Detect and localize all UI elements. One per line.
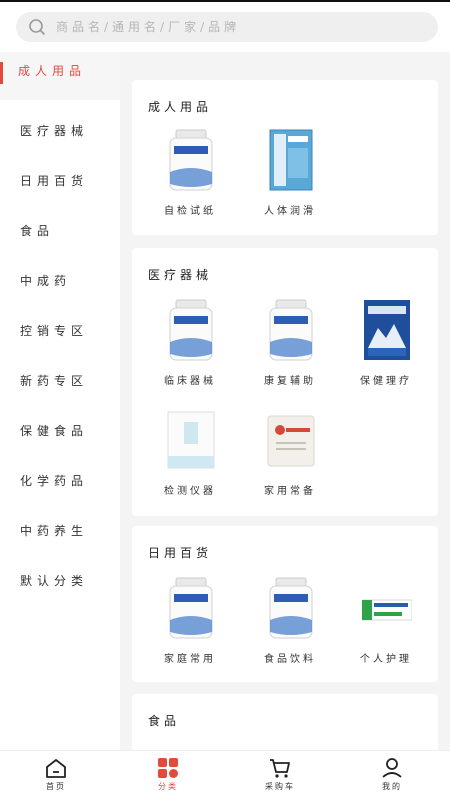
section-card-medical-devices: 医疗器械 临床器械 康复辅助 保健理疗 检测仪器 家用常备: [132, 248, 438, 516]
sidebar-item-default[interactable]: 默认分类: [0, 550, 120, 600]
tab-profile[interactable]: 我的: [352, 757, 432, 797]
product-tile[interactable]: 家用常备: [242, 408, 338, 528]
sidebar-item-controlled-sales[interactable]: 控销专区: [0, 300, 120, 350]
tab-category[interactable]: 分类: [128, 757, 208, 797]
status-line: [0, 0, 450, 2]
sidebar-item-daily-goods[interactable]: 日用百货: [0, 150, 120, 200]
sidebar-item-label: 医疗器械: [20, 124, 89, 138]
tab-cart[interactable]: 采购车: [240, 757, 320, 797]
section-title: 成人用品: [148, 100, 213, 114]
sidebar-item-label: 保健食品: [20, 424, 89, 438]
product-tile[interactable]: 家庭常用: [142, 576, 238, 696]
top-bar: 商品名/通用名/厂家/品牌: [0, 0, 450, 52]
product-tile[interactable]: 食品饮料: [242, 576, 338, 696]
section-card-daily-goods: 日用百货 家庭常用 食品饮料 个人护理: [132, 526, 438, 682]
sidebar-item-label: 中药养生: [20, 524, 89, 538]
product-tile[interactable]: 个人护理: [338, 576, 434, 696]
bottle-image: [169, 577, 213, 639]
category-icon: [158, 758, 178, 778]
product-tile[interactable]: 自检试纸: [142, 128, 238, 248]
tube-box-image: [362, 599, 412, 621]
bottle-image: [169, 129, 213, 191]
product-tile[interactable]: 人体润滑: [242, 128, 338, 248]
tab-label: 我的: [382, 782, 402, 791]
sidebar-item-label: 新药专区: [20, 374, 89, 388]
product-name: 食品饮料: [264, 654, 316, 665]
sidebar-item-health-food[interactable]: 保健食品: [0, 400, 120, 450]
search-placeholder: 商品名/通用名/厂家/品牌: [56, 20, 241, 34]
product-name: 保健理疗: [360, 376, 412, 387]
sidebar-item-new-drugs[interactable]: 新药专区: [0, 350, 120, 400]
tab-label: 首页: [46, 782, 66, 791]
bottle-image: [269, 299, 313, 361]
sidebar-item-label: 食品: [20, 224, 55, 238]
cart-icon: [270, 759, 290, 778]
tab-label: 采购车: [265, 782, 295, 791]
product-name: 家庭常用: [164, 654, 216, 665]
sidebar-item-label: 默认分类: [20, 574, 89, 588]
home-icon: [46, 759, 66, 778]
section-card-adult: 成人用品 自检试纸 人体润滑: [132, 80, 438, 235]
category-sidebar: 成人用品 医疗器械 日用百货 食品 中成药 控销专区 新药专区 保健食品 化学药…: [0, 52, 120, 750]
section-title: 日用百货: [148, 546, 213, 560]
section-card-food: 食品: [132, 694, 438, 750]
box-image: [167, 411, 215, 469]
plaster-pack-image: [364, 300, 410, 360]
sidebar-item-food[interactable]: 食品: [0, 200, 120, 250]
search-input[interactable]: 商品名/通用名/厂家/品牌: [16, 12, 438, 42]
bandage-pack-image: [267, 415, 315, 467]
product-tile[interactable]: 检测仪器: [142, 408, 238, 528]
product-name: 家用常备: [264, 486, 316, 497]
sidebar-item-label: 日用百货: [20, 174, 89, 188]
sidebar-item-tcm-wellness[interactable]: 中药养生: [0, 500, 120, 550]
product-name: 个人护理: [360, 654, 412, 665]
section-title: 食品: [148, 714, 181, 728]
sidebar-item-medical-devices[interactable]: 医疗器械: [0, 100, 120, 150]
profile-icon: [382, 758, 402, 778]
search-icon: [29, 19, 46, 36]
sidebar-item-tcm[interactable]: 中成药: [0, 250, 120, 300]
product-name: 康复辅助: [264, 376, 316, 387]
box-image: [269, 129, 313, 191]
sidebar-item-label: 控销专区: [20, 324, 89, 338]
category-content: 成人用品 自检试纸 人体润滑 医疗器械 临床器械 康复辅助 保健理疗 检测仪器 …: [120, 52, 450, 750]
bottle-image: [169, 299, 213, 361]
tab-home[interactable]: 首页: [16, 757, 96, 797]
product-name: 临床器械: [164, 376, 216, 387]
product-tile[interactable]: 临床器械: [142, 298, 238, 418]
product-name: 自检试纸: [164, 206, 216, 217]
product-name: 检测仪器: [164, 486, 216, 497]
bottom-tab-bar: 首页 分类 采购车 我的: [0, 750, 450, 801]
bottle-image: [269, 577, 313, 639]
product-tile[interactable]: 保健理疗: [338, 298, 434, 418]
sidebar-item-label: 中成药: [20, 274, 72, 288]
tab-label: 分类: [158, 782, 178, 791]
sidebar-item-adult[interactable]: 成人用品: [0, 52, 120, 100]
section-title: 医疗器械: [148, 268, 213, 282]
sidebar-item-label: 成人用品: [18, 64, 87, 78]
product-name: 人体润滑: [264, 206, 316, 217]
sidebar-item-label: 化学药品: [20, 474, 89, 488]
product-tile[interactable]: 康复辅助: [242, 298, 338, 418]
sidebar-item-chemical-drugs[interactable]: 化学药品: [0, 450, 120, 500]
